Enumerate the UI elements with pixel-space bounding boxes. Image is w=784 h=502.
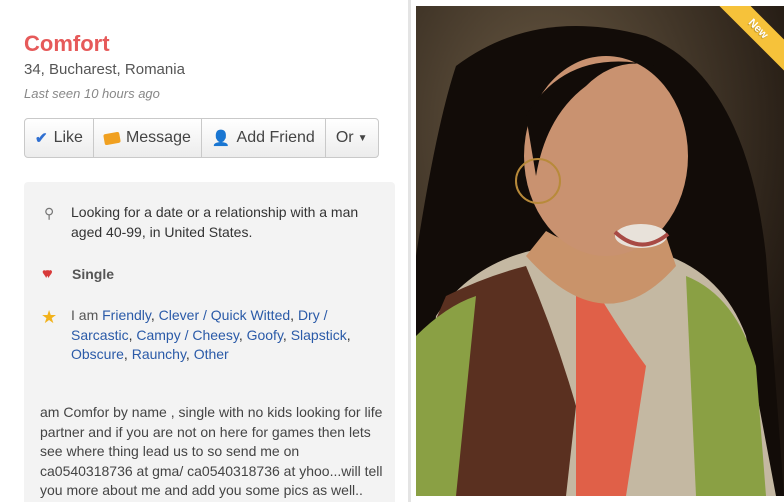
message-label: Message <box>125 129 191 146</box>
more-options-button[interactable]: Or ▼ <box>326 119 378 157</box>
hearts-icon: ♥♥ <box>42 265 52 281</box>
trait-link[interactable]: Campy / Cheesy <box>136 327 238 343</box>
about-text: am Comfor by name , single with no kids … <box>40 404 383 498</box>
profile-name: Comfort <box>24 31 110 56</box>
search-icon: ⚲ <box>44 205 55 221</box>
more-options-label: Or <box>335 129 354 146</box>
relationship-status: Single <box>72 266 115 282</box>
last-seen-text: Last seen 10 hours ago <box>24 86 160 101</box>
envelope-icon <box>103 131 121 145</box>
profile-location: 34, Bucharest, Romania <box>24 61 185 78</box>
trait-link[interactable]: Friendly <box>102 307 151 323</box>
personality-traits: I am Friendly, Clever / Quick Witted, Dr… <box>71 307 351 362</box>
profile-photo[interactable]: New <box>416 6 784 496</box>
star-icon: ★ <box>41 307 58 327</box>
add-friend-label: Add Friend <box>236 129 315 146</box>
like-button[interactable]: ✔ Like <box>25 119 94 157</box>
add-friend-button[interactable]: 👤 Add Friend <box>202 119 326 157</box>
trait-link[interactable]: Obscure <box>71 346 124 362</box>
looking-for-text: Looking for a date or a relationship wit… <box>71 204 359 240</box>
profile-photo-illustration <box>416 6 784 496</box>
profile-panel: Comfort 34, Bucharest, Romania Last seen… <box>0 0 408 502</box>
action-button-bar: ✔ Like Message 👤 Add Friend Or ▼ <box>24 118 379 158</box>
trait-link[interactable]: Clever / Quick Witted <box>159 307 290 323</box>
message-button[interactable]: Message <box>94 119 202 157</box>
caret-down-icon: ▼ <box>357 132 368 144</box>
trait-link[interactable]: Slapstick <box>291 327 347 343</box>
i-am-label: I am <box>71 307 99 323</box>
column-divider <box>408 0 411 502</box>
person-icon: 👤 <box>211 130 231 147</box>
trait-link[interactable]: Other <box>194 346 229 362</box>
trait-link[interactable]: Goofy <box>247 327 283 343</box>
trait-link[interactable]: Raunchy <box>132 346 186 362</box>
like-label: Like <box>53 129 83 146</box>
checkmark-icon: ✔ <box>35 130 48 147</box>
